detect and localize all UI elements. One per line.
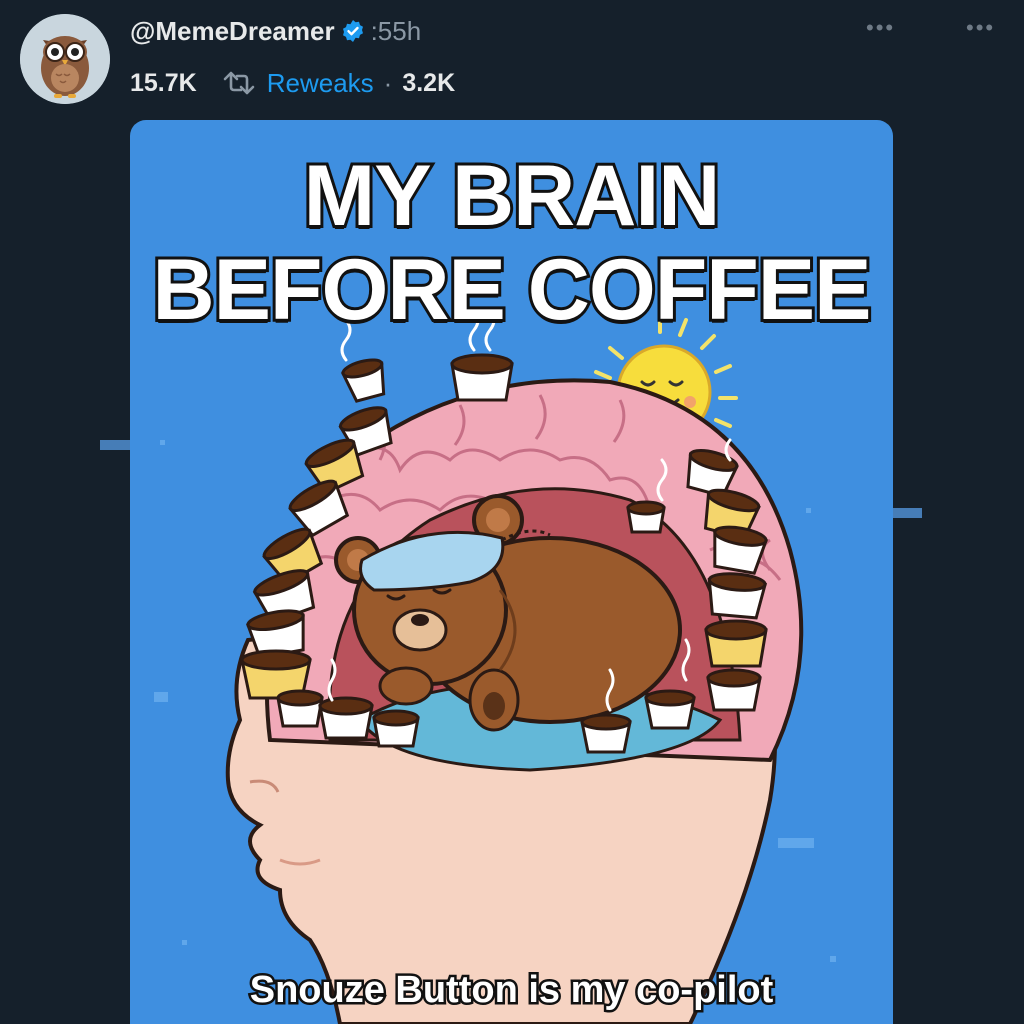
verified-badge-icon xyxy=(341,19,365,43)
meme-title-line-2: BEFORE COFFEE xyxy=(149,241,874,339)
post-stats: 15.7K Reweaks · 3.2K xyxy=(130,66,455,100)
more-options-button[interactable]: ••• xyxy=(966,17,995,39)
owl-avatar-icon xyxy=(20,14,110,104)
reweak-icon[interactable] xyxy=(221,70,257,96)
author-row: @MemeDreamer :55h xyxy=(130,14,421,48)
post-timestamp: :55h xyxy=(370,15,422,46)
likes-count: 15.7K xyxy=(130,68,197,97)
reweak-count: 3.2K xyxy=(402,68,456,97)
meme-image[interactable]: MY BRAIN BEFORE COFFEE Snouze Button is … xyxy=(130,120,893,1024)
reweaks-link[interactable]: Reweaks xyxy=(267,68,374,99)
author-handle[interactable]: @MemeDreamer xyxy=(130,16,335,47)
meme-caption: Snouze Button is my co-pilot xyxy=(247,967,776,1014)
stat-separator: · xyxy=(383,67,393,98)
meme-title-line-1: MY BRAIN xyxy=(301,147,724,245)
avatar[interactable] xyxy=(20,14,110,104)
more-dots-icon[interactable]: ••• xyxy=(866,17,895,39)
